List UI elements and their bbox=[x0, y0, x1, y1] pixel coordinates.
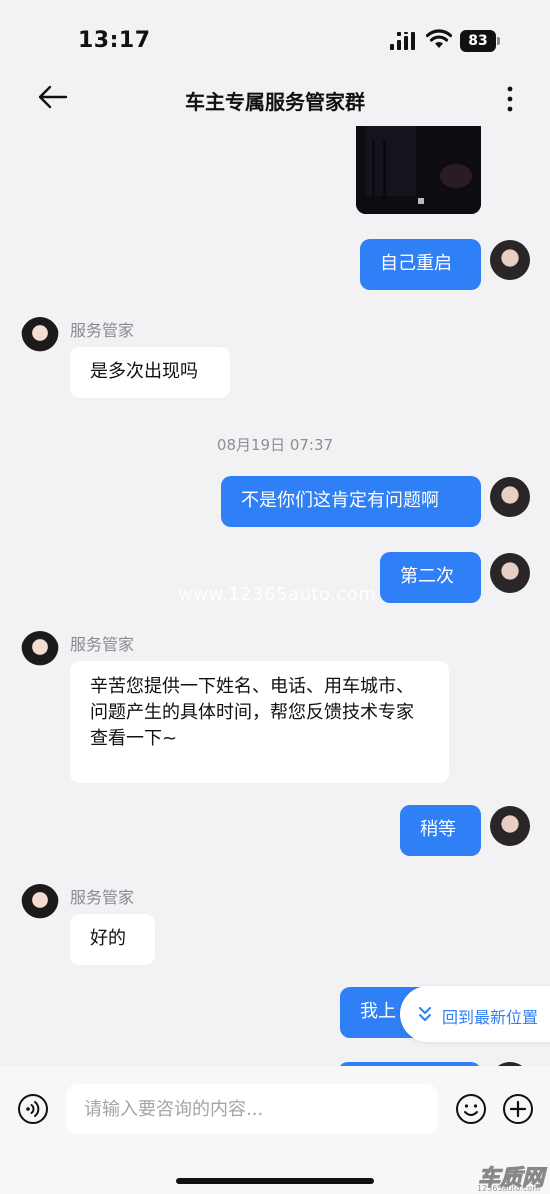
double-chevron-down-icon bbox=[419, 1007, 431, 1021]
message-bubble-mine[interactable]: 稍等 bbox=[400, 805, 481, 856]
message-text: 自己重启 bbox=[380, 253, 452, 274]
page-title: 车主专属服务管家群 bbox=[185, 90, 365, 114]
user-avatar[interactable] bbox=[490, 806, 530, 846]
message-text: 不是你们这肯定有问题啊 bbox=[241, 490, 439, 511]
message-text: 好的 bbox=[90, 928, 126, 949]
user-avatar[interactable] bbox=[490, 240, 530, 280]
sender-name: 服务管家 bbox=[70, 321, 135, 340]
message-bubble-agent[interactable]: 是多次出现吗 bbox=[70, 347, 230, 398]
battery-level: 83 bbox=[460, 30, 496, 52]
message-bubble-mine[interactable]: 不是你们这肯定有问题啊 bbox=[221, 476, 481, 527]
composer-bar: 车质网 12365auto.com bbox=[0, 1066, 550, 1194]
add-attachment-icon[interactable] bbox=[502, 1093, 534, 1125]
message-bubble-agent[interactable]: 好的 bbox=[70, 914, 155, 965]
message-input[interactable] bbox=[66, 1084, 438, 1134]
message-text: 是多次出现吗 bbox=[90, 361, 198, 382]
more-options-icon[interactable] bbox=[500, 82, 520, 116]
message-bubble-agent[interactable]: 辛苦您提供一下姓名、电话、用车城市、问题产生的具体时间，帮您反馈技术专家查看一下… bbox=[70, 661, 449, 783]
image-message[interactable] bbox=[356, 126, 481, 214]
wifi-icon bbox=[426, 29, 452, 48]
voice-input-icon[interactable] bbox=[17, 1093, 49, 1125]
jump-to-latest-label: 回到最新位置 bbox=[442, 1008, 539, 1027]
agent-avatar[interactable] bbox=[21, 884, 59, 922]
brand-watermark: 车质网 12365auto.com bbox=[460, 1158, 550, 1194]
agent-avatar[interactable] bbox=[21, 317, 59, 355]
message-bubble-mine[interactable]: 第二次 bbox=[380, 552, 481, 603]
brand-url: 12365auto.com bbox=[477, 1184, 540, 1193]
sender-name: 服务管家 bbox=[70, 635, 135, 654]
battery-icon: 83 bbox=[460, 30, 500, 52]
chat-message-list[interactable]: 自己重启 服务管家 是多次出现吗 08月19日 07:37 不是你们这肯定有问题… bbox=[0, 126, 550, 1066]
status-time: 13:17 bbox=[78, 28, 151, 53]
message-bubble-mine[interactable]: 自己重启 bbox=[360, 239, 481, 290]
watermark: www.12365auto.com bbox=[178, 584, 377, 605]
status-bar: 13:17 83 bbox=[0, 0, 550, 80]
message-text: 辛苦您提供一下姓名、电话、用车城市、问题产生的具体时间，帮您反馈技术专家查看一下… bbox=[90, 676, 414, 749]
user-avatar[interactable] bbox=[490, 477, 530, 517]
user-avatar[interactable] bbox=[490, 553, 530, 593]
signal-icon bbox=[390, 32, 415, 50]
jump-to-latest-button[interactable]: 回到最新位置 bbox=[400, 986, 550, 1042]
agent-avatar[interactable] bbox=[21, 631, 59, 669]
message-text: 第二次 bbox=[400, 566, 454, 587]
message-timestamp: 08月19日 07:37 bbox=[216, 436, 334, 454]
home-indicator bbox=[176, 1178, 374, 1184]
emoji-icon[interactable] bbox=[455, 1093, 487, 1125]
message-text: 我上 bbox=[360, 1001, 396, 1022]
nav-bar: 车主专属服务管家群 bbox=[0, 72, 550, 126]
sender-name: 服务管家 bbox=[70, 888, 135, 907]
message-text: 稍等 bbox=[420, 819, 456, 840]
